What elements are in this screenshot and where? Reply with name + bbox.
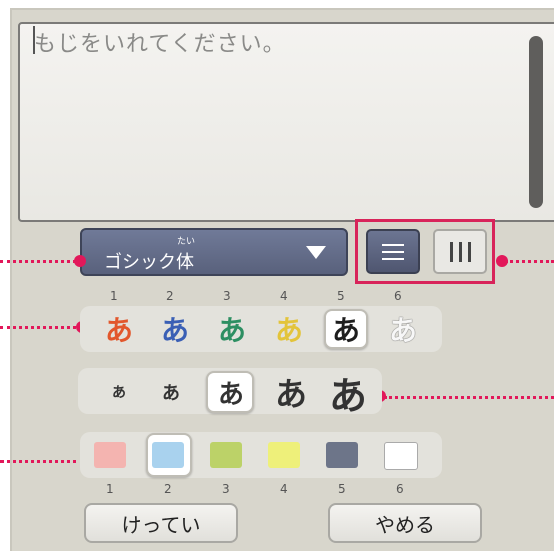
text-input[interactable]: もじをいれてください。 bbox=[18, 22, 554, 222]
color-style-option[interactable]: あ bbox=[270, 309, 308, 349]
color-style-option[interactable]: あ bbox=[213, 309, 251, 349]
color-style-option[interactable]: あ bbox=[100, 309, 138, 349]
color-style-number: 4 bbox=[280, 289, 288, 303]
paper-number: 5 bbox=[338, 482, 346, 496]
color-style-number: 1 bbox=[110, 289, 118, 303]
color-style-option[interactable]: あ bbox=[384, 309, 422, 349]
callout-dot-orientation bbox=[496, 255, 508, 267]
color-style-number: 6 bbox=[394, 289, 402, 303]
paper-number: 3 bbox=[222, 482, 230, 496]
font-size-option[interactable]: あ bbox=[208, 371, 254, 413]
paper-number: 1 bbox=[106, 482, 114, 496]
paper-number: 2 bbox=[164, 482, 172, 496]
font-ruby-text: たい bbox=[177, 237, 196, 247]
font-size-option[interactable]: あ bbox=[148, 371, 194, 413]
color-style-option[interactable]: あ bbox=[156, 309, 194, 349]
orientation-highlight bbox=[355, 219, 495, 284]
horizontal-lines-icon bbox=[382, 239, 404, 265]
callout-line-size bbox=[384, 396, 554, 399]
callout-line-color bbox=[0, 326, 76, 329]
font-size-option[interactable]: あ bbox=[96, 371, 142, 413]
vertical-lines-icon bbox=[449, 241, 471, 262]
horizontal-text-button[interactable] bbox=[366, 229, 420, 274]
scrollbar[interactable] bbox=[529, 36, 543, 208]
paper-number: 4 bbox=[280, 482, 288, 496]
cancel-button[interactable]: やめる bbox=[328, 503, 482, 543]
paper-color-swatch[interactable] bbox=[210, 442, 242, 468]
font-size-option[interactable]: あ bbox=[268, 371, 314, 413]
confirm-button[interactable]: けってい bbox=[84, 503, 238, 543]
color-style-number: 5 bbox=[337, 289, 345, 303]
color-style-option[interactable]: あ bbox=[327, 309, 365, 349]
vertical-text-button[interactable] bbox=[433, 229, 487, 274]
paper-color-swatch[interactable] bbox=[326, 442, 358, 468]
paper-color-swatch[interactable] bbox=[94, 442, 126, 468]
dropdown-arrow-icon bbox=[306, 246, 326, 259]
callout-line-orientation bbox=[505, 260, 554, 263]
paper-color-swatch[interactable] bbox=[268, 442, 300, 468]
callout-line-paper bbox=[0, 460, 84, 463]
callout-line-font bbox=[0, 260, 76, 263]
color-style-number: 3 bbox=[223, 289, 231, 303]
paper-number: 6 bbox=[396, 482, 404, 496]
font-name-label: ゴシック体 bbox=[104, 252, 194, 273]
paper-color-swatch[interactable] bbox=[152, 442, 184, 468]
callout-dot-font bbox=[74, 255, 86, 267]
paper-color-swatch[interactable] bbox=[384, 442, 418, 470]
text-caret bbox=[33, 26, 35, 54]
font-dropdown[interactable]: たい ゴシック体 bbox=[80, 228, 348, 276]
color-style-number: 2 bbox=[166, 289, 174, 303]
font-size-option[interactable]: あ bbox=[325, 371, 371, 418]
